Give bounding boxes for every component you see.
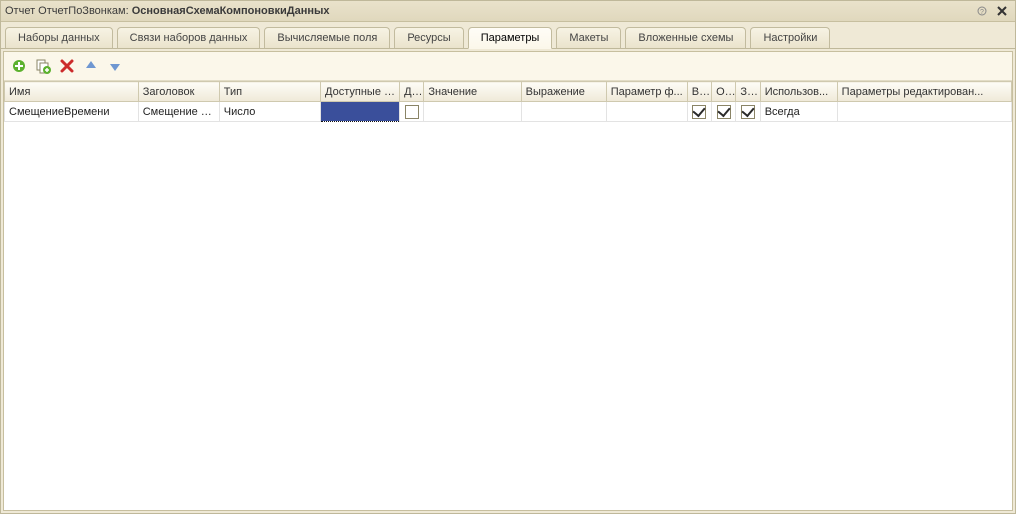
move-up-icon[interactable] (82, 57, 100, 75)
cell-value[interactable] (424, 102, 521, 122)
close-button[interactable] (993, 3, 1011, 19)
cell-format-param[interactable] (606, 102, 687, 122)
col-o[interactable]: О... (712, 82, 736, 102)
delete-icon[interactable] (58, 57, 76, 75)
add-icon[interactable] (10, 57, 28, 75)
table-body: СмещениеВремени Смещение в... Число Всег… (5, 102, 1012, 122)
table-row[interactable]: СмещениеВремени Смещение в... Число Всег… (5, 102, 1012, 122)
cell-usage[interactable]: Всегда (760, 102, 837, 122)
tabstrip: Наборы данных Связи наборов данных Вычис… (1, 22, 1015, 49)
titlebar: Отчет ОтчетПоЗвонкам: ОсновнаяСхемаКомпо… (1, 1, 1015, 22)
cell-available[interactable] (321, 102, 400, 122)
cell-name[interactable]: СмещениеВремени (5, 102, 139, 122)
tab-data-set-links[interactable]: Связи наборов данных (117, 27, 261, 49)
checkbox-z[interactable] (741, 105, 755, 119)
move-down-icon[interactable] (106, 57, 124, 75)
col-available[interactable]: Доступные з... (321, 82, 400, 102)
checkbox-o[interactable] (717, 105, 731, 119)
tab-resources[interactable]: Ресурсы (394, 27, 463, 49)
checkbox-v[interactable] (692, 105, 706, 119)
window-title: Отчет ОтчетПоЗвонкам: ОсновнаяСхемаКомпо… (5, 5, 330, 17)
title-prefix: Отчет ОтчетПоЗвонкам: (5, 5, 132, 17)
col-edit-params[interactable]: Параметры редактирован... (837, 82, 1011, 102)
col-d[interactable]: Д... (400, 82, 424, 102)
window: Отчет ОтчетПоЗвонкам: ОсновнаяСхемаКомпо… (0, 0, 1016, 514)
cell-expression[interactable] (521, 102, 606, 122)
table-header: Имя Заголовок Тип Доступные з... Д... Зн… (5, 82, 1012, 102)
col-value[interactable]: Значение (424, 82, 521, 102)
cell-z[interactable] (736, 102, 760, 122)
col-usage[interactable]: Использов... (760, 82, 837, 102)
tab-parameters[interactable]: Параметры (468, 27, 553, 49)
cell-v[interactable] (687, 102, 711, 122)
header-row: Имя Заголовок Тип Доступные з... Д... Зн… (5, 82, 1012, 102)
cell-o[interactable] (712, 102, 736, 122)
cell-d[interactable] (400, 102, 424, 122)
col-type[interactable]: Тип (219, 82, 320, 102)
toolbar (4, 52, 1012, 81)
col-caption[interactable]: Заголовок (138, 82, 219, 102)
help-button[interactable]: ? (973, 3, 991, 19)
svg-text:?: ? (980, 9, 984, 16)
content-panel: Имя Заголовок Тип Доступные з... Д... Зн… (3, 51, 1013, 511)
col-v[interactable]: В... (687, 82, 711, 102)
parameters-table: Имя Заголовок Тип Доступные з... Д... Зн… (4, 81, 1012, 122)
cell-caption[interactable]: Смещение в... (138, 102, 219, 122)
copy-icon[interactable] (34, 57, 52, 75)
tab-layouts[interactable]: Макеты (556, 27, 621, 49)
checkbox-d[interactable] (405, 105, 419, 119)
tab-settings[interactable]: Настройки (750, 27, 830, 49)
col-format-param[interactable]: Параметр ф... (606, 82, 687, 102)
col-expression[interactable]: Выражение (521, 82, 606, 102)
tab-nested-schemas[interactable]: Вложенные схемы (625, 27, 746, 49)
title-object: ОсновнаяСхемаКомпоновкиДанных (132, 5, 330, 17)
col-name[interactable]: Имя (5, 82, 139, 102)
cell-type[interactable]: Число (219, 102, 320, 122)
tab-calculated-fields[interactable]: Вычисляемые поля (264, 27, 390, 49)
cell-edit-params[interactable] (837, 102, 1011, 122)
table-area[interactable]: Имя Заголовок Тип Доступные з... Д... Зн… (4, 81, 1012, 510)
tab-data-sets[interactable]: Наборы данных (5, 27, 113, 49)
col-z[interactable]: З... (736, 82, 760, 102)
